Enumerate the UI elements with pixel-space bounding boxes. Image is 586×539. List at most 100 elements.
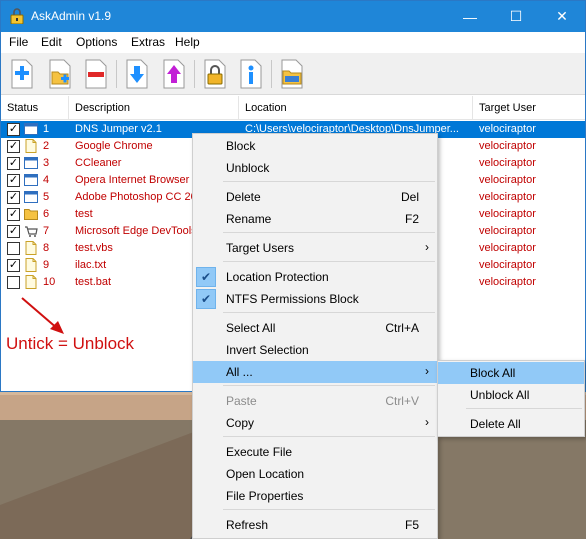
row-checkbox[interactable] [7, 242, 20, 255]
menu-unblock[interactable]: Unblock [193, 157, 437, 179]
col-description[interactable]: Description [75, 102, 130, 114]
row-checkbox[interactable]: ✓ [7, 225, 20, 238]
menu-all[interactable]: All ... › [193, 361, 437, 383]
menu-label: Refresh [226, 518, 269, 532]
row-description: test.vbs [75, 242, 113, 254]
row-checkbox[interactable]: ✓ [7, 259, 20, 272]
menu-block[interactable]: Block [193, 135, 437, 157]
menu-delete-all[interactable]: Delete All [438, 413, 584, 435]
maximize-button[interactable]: ☐ [493, 1, 539, 32]
menu-separator [466, 408, 582, 409]
menu-label: Invert Selection [226, 343, 309, 357]
menu-label: Block [226, 139, 256, 153]
open-folder-button[interactable] [275, 57, 309, 91]
add-file-button[interactable] [5, 57, 39, 91]
add-folder-icon [49, 59, 71, 89]
row-number: 9 [43, 259, 50, 271]
menu-location-protection[interactable]: ✔ Location Protection [193, 266, 437, 288]
menu-label: All ... [226, 365, 253, 379]
toolbar [1, 53, 585, 95]
row-checkbox[interactable]: ✓ [7, 208, 20, 221]
menu-help[interactable]: Help [175, 35, 200, 49]
menu-rename[interactable]: Rename F2 [193, 208, 437, 230]
row-number: 3 [43, 157, 50, 169]
lock-button[interactable] [198, 57, 232, 91]
row-description: Adobe Photoshop CC 20 [75, 191, 197, 203]
menu-extras[interactable]: Extras [131, 35, 165, 49]
row-target-user: velociraptor [479, 191, 536, 203]
menu-edit[interactable]: Edit [41, 35, 62, 49]
context-menu: Block Unblock Delete Del Rename F2 Target … [192, 133, 438, 539]
row-checkbox[interactable] [7, 276, 20, 289]
close-button[interactable]: ✕ [539, 1, 585, 32]
move-up-icon [163, 59, 185, 89]
col-location[interactable]: Location [245, 102, 287, 114]
row-target-user: velociraptor [479, 242, 536, 254]
document-icon [24, 258, 38, 272]
row-description: test [75, 208, 93, 220]
row-checkbox[interactable]: ✓ [7, 191, 20, 204]
menu-delete[interactable]: Delete Del [193, 186, 437, 208]
document-icon [24, 139, 38, 153]
row-number: 7 [43, 225, 50, 237]
menu-label: Execute File [226, 445, 293, 459]
menu-file-properties[interactable]: File Properties [193, 485, 437, 507]
menu-open-location[interactable]: Open Location [193, 463, 437, 485]
document-icon [24, 241, 38, 255]
remove-button[interactable] [79, 57, 113, 91]
menu-ntfs-block[interactable]: ✔ NTFS Permissions Block [193, 288, 437, 310]
col-target-user[interactable]: Target User [479, 102, 536, 114]
menu-select-all[interactable]: Select All Ctrl+A [193, 317, 437, 339]
all-submenu: Block All Unblock All Delete All [437, 360, 585, 437]
menu-copy[interactable]: Copy › [193, 412, 437, 434]
row-description: Google Chrome [75, 140, 153, 152]
menu-options[interactable]: Options [76, 35, 117, 49]
menu-label: Rename [226, 212, 272, 226]
row-checkbox[interactable]: ✓ [7, 157, 20, 170]
move-down-button[interactable] [120, 57, 154, 91]
row-checkbox[interactable]: ✓ [7, 123, 20, 136]
title-bar[interactable]: AskAdmin v1.9 — ☐ ✕ [1, 1, 585, 32]
column-divider[interactable] [238, 96, 239, 120]
column-divider[interactable] [68, 96, 69, 120]
row-number: 5 [43, 191, 50, 203]
shortcut-label: F2 [404, 212, 419, 226]
open-folder-icon [281, 59, 303, 89]
menu-label: Delete [226, 190, 261, 204]
menu-unblock-all[interactable]: Unblock All [438, 384, 584, 406]
row-number: 2 [43, 140, 50, 152]
menu-bar: File Edit Options Extras Help [1, 32, 585, 52]
remove-icon [85, 59, 107, 89]
row-target-user: velociraptor [479, 259, 536, 271]
column-divider[interactable] [472, 96, 473, 120]
add-folder-button[interactable] [43, 57, 77, 91]
menu-invert-selection[interactable]: Invert Selection [193, 339, 437, 361]
row-target-user: velociraptor [479, 140, 536, 152]
col-status[interactable]: Status [7, 102, 38, 114]
row-checkbox[interactable]: ✓ [7, 174, 20, 187]
menu-separator [223, 509, 435, 510]
minimize-button[interactable]: — [447, 1, 493, 32]
checkmark-icon: ✔ [196, 267, 216, 287]
row-target-user: velociraptor [479, 225, 536, 237]
menu-refresh[interactable]: Refresh F5 [193, 514, 437, 536]
menu-target-users[interactable]: Target Users › [193, 237, 437, 259]
row-checkbox[interactable]: ✓ [7, 140, 20, 153]
menu-paste[interactable]: Paste Ctrl+V [193, 390, 437, 412]
untick-annotation: Untick = Unblock [6, 334, 135, 353]
menu-execute-file[interactable]: Execute File [193, 441, 437, 463]
menu-label: Paste [226, 394, 257, 408]
menu-file[interactable]: File [9, 35, 28, 49]
move-up-button[interactable] [157, 57, 191, 91]
row-description: CCleaner [75, 157, 122, 169]
menu-label: Location Protection [226, 270, 329, 284]
row-number: 4 [43, 174, 50, 186]
info-button[interactable] [234, 57, 268, 91]
move-down-icon [126, 59, 148, 89]
menu-separator [223, 385, 435, 386]
row-target-user: velociraptor [479, 157, 536, 169]
row-target-user: velociraptor [479, 276, 536, 288]
menu-block-all[interactable]: Block All [438, 362, 584, 384]
row-number: 10 [43, 276, 56, 288]
row-number: 8 [43, 242, 50, 254]
